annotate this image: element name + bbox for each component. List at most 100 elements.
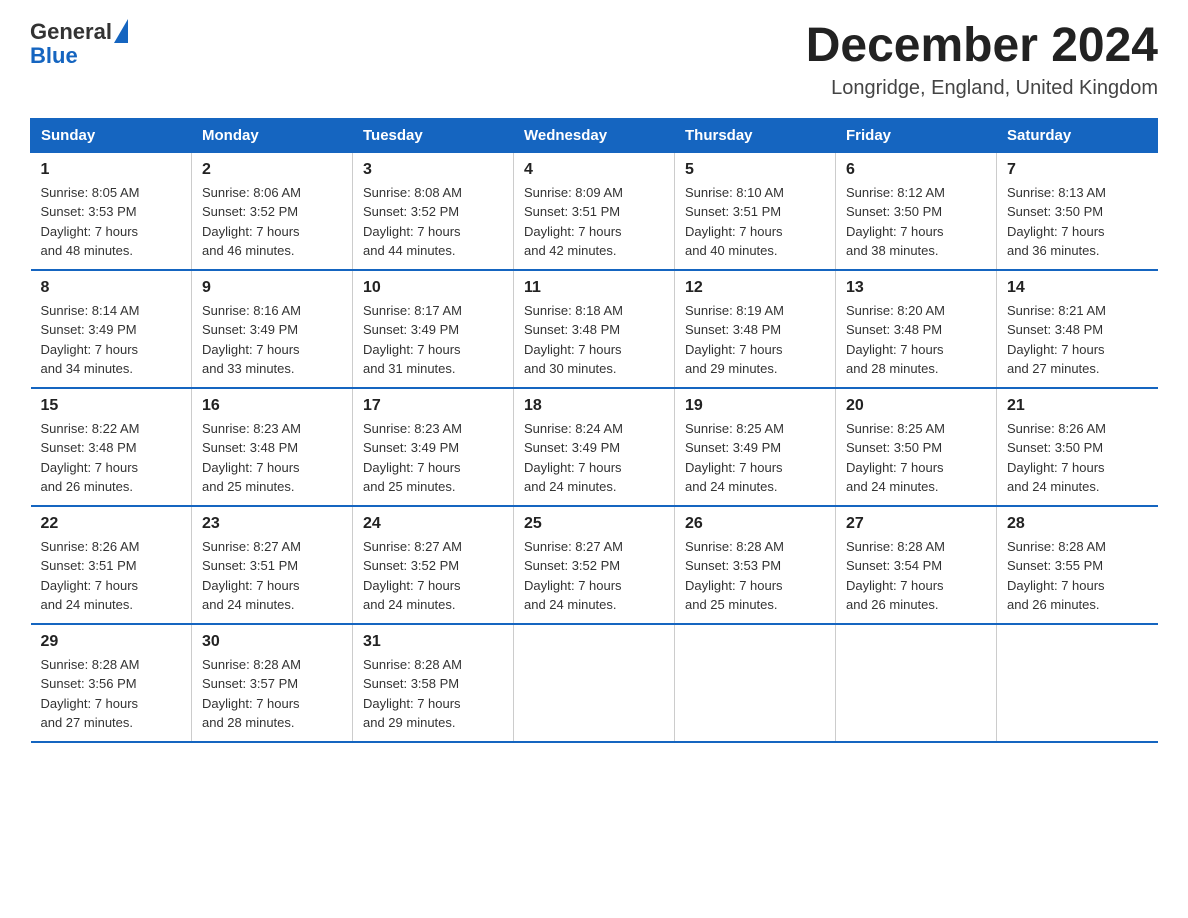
day-info: Sunrise: 8:22 AMSunset: 3:48 PMDaylight:…: [41, 419, 182, 497]
calendar-cell: 31 Sunrise: 8:28 AMSunset: 3:58 PMDayligh…: [353, 624, 514, 742]
day-info: Sunrise: 8:21 AMSunset: 3:48 PMDaylight:…: [1007, 301, 1148, 379]
day-number: 11: [524, 279, 664, 297]
day-info: Sunrise: 8:28 AMSunset: 3:57 PMDaylight:…: [202, 655, 342, 733]
day-info: Sunrise: 8:27 AMSunset: 3:52 PMDaylight:…: [524, 537, 664, 615]
day-number: 16: [202, 397, 342, 415]
day-number: 31: [363, 633, 503, 651]
day-info: Sunrise: 8:28 AMSunset: 3:56 PMDaylight:…: [41, 655, 182, 733]
calendar-week-row: 15Sunrise: 8:22 AMSunset: 3:48 PMDayligh…: [31, 388, 1158, 506]
day-number: 22: [41, 515, 182, 533]
calendar-cell: 28 Sunrise: 8:28 AMSunset: 3:55 PMDayligh…: [997, 506, 1158, 624]
calendar-cell: 17 Sunrise: 8:23 AMSunset: 3:49 PMDayligh…: [353, 388, 514, 506]
day-number: 2: [202, 161, 342, 179]
calendar-cell: 10 Sunrise: 8:17 AMSunset: 3:49 PMDayligh…: [353, 270, 514, 388]
day-info: Sunrise: 8:17 AMSunset: 3:49 PMDaylight:…: [363, 301, 503, 379]
day-number: 23: [202, 515, 342, 533]
day-info: Sunrise: 8:27 AMSunset: 3:51 PMDaylight:…: [202, 537, 342, 615]
calendar-cell: 11 Sunrise: 8:18 AMSunset: 3:48 PMDayligh…: [514, 270, 675, 388]
day-info: Sunrise: 8:05 AMSunset: 3:53 PMDaylight:…: [41, 183, 182, 261]
day-number: 19: [685, 397, 825, 415]
day-info: Sunrise: 8:23 AMSunset: 3:48 PMDaylight:…: [202, 419, 342, 497]
day-number: 3: [363, 161, 503, 179]
page-header: General Blue December 2024 Longridge, En…: [30, 20, 1158, 100]
day-number: 8: [41, 279, 182, 297]
weekday-header-row: SundayMondayTuesdayWednesdayThursdayFrid…: [31, 118, 1158, 152]
day-number: 13: [846, 279, 986, 297]
calendar-cell: [997, 624, 1158, 742]
calendar-cell: 16 Sunrise: 8:23 AMSunset: 3:48 PMDayligh…: [192, 388, 353, 506]
calendar-week-row: 29 Sunrise: 8:28 AMSunset: 3:56 PMDayligh…: [31, 624, 1158, 742]
calendar-cell: [675, 624, 836, 742]
day-number: 18: [524, 397, 664, 415]
day-info: Sunrise: 8:24 AMSunset: 3:49 PMDaylight:…: [524, 419, 664, 497]
day-info: Sunrise: 8:27 AMSunset: 3:52 PMDaylight:…: [363, 537, 503, 615]
calendar-cell: 27Sunrise: 8:28 AMSunset: 3:54 PMDayligh…: [836, 506, 997, 624]
weekday-header-sunday: Sunday: [31, 118, 192, 152]
calendar-cell: 18 Sunrise: 8:24 AMSunset: 3:49 PMDayligh…: [514, 388, 675, 506]
day-info: Sunrise: 8:08 AMSunset: 3:52 PMDaylight:…: [363, 183, 503, 261]
logo-blue-text: Blue: [30, 44, 128, 68]
day-number: 7: [1007, 161, 1148, 179]
calendar-cell: 21 Sunrise: 8:26 AMSunset: 3:50 PMDayligh…: [997, 388, 1158, 506]
calendar-cell: 14Sunrise: 8:21 AMSunset: 3:48 PMDayligh…: [997, 270, 1158, 388]
day-info: Sunrise: 8:13 AMSunset: 3:50 PMDaylight:…: [1007, 183, 1148, 261]
day-info: Sunrise: 8:25 AMSunset: 3:49 PMDaylight:…: [685, 419, 825, 497]
calendar-cell: 30 Sunrise: 8:28 AMSunset: 3:57 PMDayligh…: [192, 624, 353, 742]
day-info: Sunrise: 8:28 AMSunset: 3:53 PMDaylight:…: [685, 537, 825, 615]
day-number: 30: [202, 633, 342, 651]
calendar-cell: 7 Sunrise: 8:13 AMSunset: 3:50 PMDaylight…: [997, 152, 1158, 270]
calendar-cell: [836, 624, 997, 742]
day-info: Sunrise: 8:28 AMSunset: 3:55 PMDaylight:…: [1007, 537, 1148, 615]
calendar-cell: 3 Sunrise: 8:08 AMSunset: 3:52 PMDaylight…: [353, 152, 514, 270]
day-number: 1: [41, 161, 182, 179]
logo-general-text: General: [30, 20, 112, 44]
day-info: Sunrise: 8:10 AMSunset: 3:51 PMDaylight:…: [685, 183, 825, 261]
day-info: Sunrise: 8:14 AMSunset: 3:49 PMDaylight:…: [41, 301, 182, 379]
day-number: 20: [846, 397, 986, 415]
calendar-cell: 22 Sunrise: 8:26 AMSunset: 3:51 PMDayligh…: [31, 506, 192, 624]
day-info: Sunrise: 8:19 AMSunset: 3:48 PMDaylight:…: [685, 301, 825, 379]
calendar-subtitle: Longridge, England, United Kingdom: [806, 77, 1158, 100]
calendar-cell: 15Sunrise: 8:22 AMSunset: 3:48 PMDayligh…: [31, 388, 192, 506]
day-info: Sunrise: 8:06 AMSunset: 3:52 PMDaylight:…: [202, 183, 342, 261]
logo: General Blue: [30, 20, 128, 68]
logo-triangle-icon: [114, 19, 128, 43]
calendar-cell: 6Sunrise: 8:12 AMSunset: 3:50 PMDaylight…: [836, 152, 997, 270]
calendar-cell: 5 Sunrise: 8:10 AMSunset: 3:51 PMDaylight…: [675, 152, 836, 270]
day-info: Sunrise: 8:18 AMSunset: 3:48 PMDaylight:…: [524, 301, 664, 379]
calendar-cell: 25 Sunrise: 8:27 AMSunset: 3:52 PMDayligh…: [514, 506, 675, 624]
day-info: Sunrise: 8:20 AMSunset: 3:48 PMDaylight:…: [846, 301, 986, 379]
day-number: 29: [41, 633, 182, 651]
day-info: Sunrise: 8:26 AMSunset: 3:51 PMDaylight:…: [41, 537, 182, 615]
day-number: 25: [524, 515, 664, 533]
calendar-cell: 13 Sunrise: 8:20 AMSunset: 3:48 PMDayligh…: [836, 270, 997, 388]
calendar-cell: 24 Sunrise: 8:27 AMSunset: 3:52 PMDayligh…: [353, 506, 514, 624]
logo-text-block: General Blue: [30, 20, 128, 68]
day-number: 10: [363, 279, 503, 297]
day-number: 28: [1007, 515, 1148, 533]
day-info: Sunrise: 8:09 AMSunset: 3:51 PMDaylight:…: [524, 183, 664, 261]
calendar-cell: 9Sunrise: 8:16 AMSunset: 3:49 PMDaylight…: [192, 270, 353, 388]
weekday-header-wednesday: Wednesday: [514, 118, 675, 152]
calendar-cell: [514, 624, 675, 742]
calendar-cell: 23 Sunrise: 8:27 AMSunset: 3:51 PMDayligh…: [192, 506, 353, 624]
calendar-cell: 2 Sunrise: 8:06 AMSunset: 3:52 PMDaylight…: [192, 152, 353, 270]
day-number: 6: [846, 161, 986, 179]
calendar-table: SundayMondayTuesdayWednesdayThursdayFrid…: [30, 118, 1158, 743]
day-info: Sunrise: 8:16 AMSunset: 3:49 PMDaylight:…: [202, 301, 342, 379]
day-number: 17: [363, 397, 503, 415]
calendar-cell: 4Sunrise: 8:09 AMSunset: 3:51 PMDaylight…: [514, 152, 675, 270]
day-number: 24: [363, 515, 503, 533]
day-info: Sunrise: 8:26 AMSunset: 3:50 PMDaylight:…: [1007, 419, 1148, 497]
day-number: 5: [685, 161, 825, 179]
calendar-week-row: 22 Sunrise: 8:26 AMSunset: 3:51 PMDayligh…: [31, 506, 1158, 624]
day-info: Sunrise: 8:28 AMSunset: 3:58 PMDaylight:…: [363, 655, 503, 733]
calendar-cell: 19 Sunrise: 8:25 AMSunset: 3:49 PMDayligh…: [675, 388, 836, 506]
day-info: Sunrise: 8:23 AMSunset: 3:49 PMDaylight:…: [363, 419, 503, 497]
weekday-header-tuesday: Tuesday: [353, 118, 514, 152]
day-info: Sunrise: 8:25 AMSunset: 3:50 PMDaylight:…: [846, 419, 986, 497]
weekday-header-saturday: Saturday: [997, 118, 1158, 152]
day-number: 21: [1007, 397, 1148, 415]
day-info: Sunrise: 8:28 AMSunset: 3:54 PMDaylight:…: [846, 537, 986, 615]
day-number: 12: [685, 279, 825, 297]
